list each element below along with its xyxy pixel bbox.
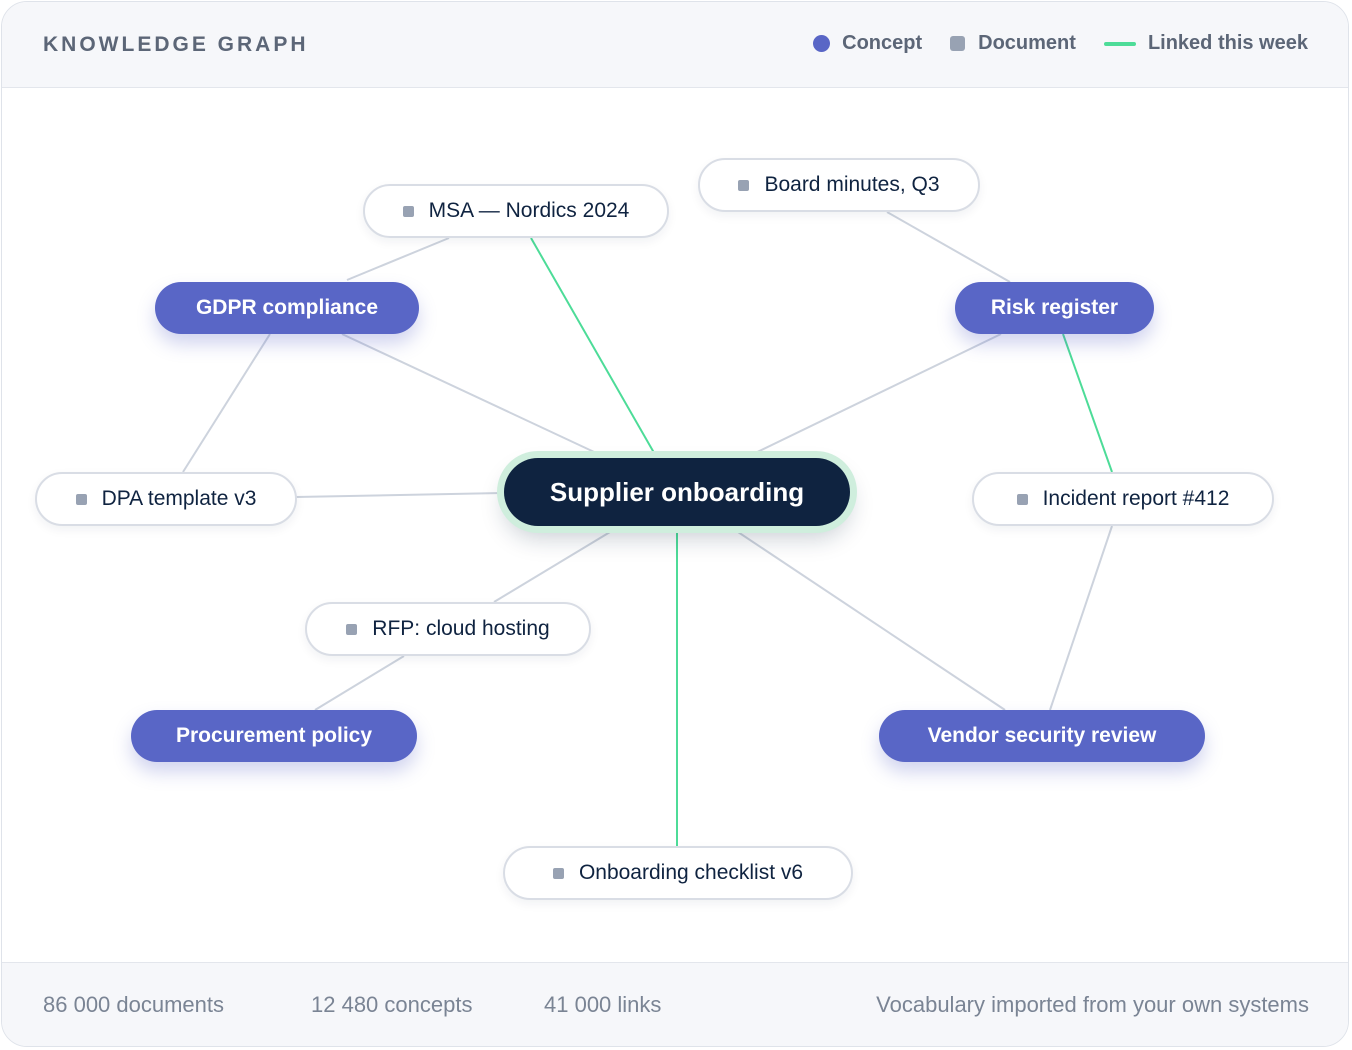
node-label: Procurement policy [175,724,373,747]
edge-gdpr-dpa [182,333,271,473]
page-title: KNOWLEDGE GRAPH [43,33,309,56]
node-msa-nordics-2024[interactable]: MSA — Nordics 2024 [363,184,669,238]
legend-concept: Concept [813,32,922,55]
edge-msa-center [530,237,658,459]
edge-board-risk [886,211,1011,283]
legend: Concept Document Linked this week [785,32,1308,55]
node-label: Supplier onboarding [549,476,805,507]
knowledge-graph-card: KNOWLEDGE GRAPH Concept Document Linked … [1,1,1349,1047]
node-rfp-cloud-hosting[interactable]: RFP: cloud hosting [305,602,591,656]
document-icon [402,205,414,217]
node-label: Risk register [990,296,1119,319]
node-label: DPA template v3 [101,487,257,510]
edge-rfp-procurement [314,655,405,711]
node-incident-report-412[interactable]: Incident report #412 [972,472,1274,526]
node-label: Incident report #412 [1042,487,1230,510]
stat-concepts: 12 480 concepts [311,992,473,1017]
node-board-minutes-q3[interactable]: Board minutes, Q3 [698,158,980,212]
document-icon [346,623,358,635]
graph-canvas[interactable]: MSA — Nordics 2024 Board minutes, Q3 GDP… [2,88,1348,962]
legend-linked: Linked this week [1103,32,1308,55]
vocabulary-note: Vocabulary imported from your own system… [876,992,1309,1017]
node-supplier-onboarding[interactable]: Supplier onboarding [504,458,850,526]
stat-documents: 86 000 documents [43,992,225,1017]
document-icon [738,179,750,191]
edge-risk-center [744,333,1002,459]
stat-links: 41 000 links [544,992,662,1017]
document-icon [1016,493,1028,505]
node-dpa-template-v3[interactable]: DPA template v3 [35,472,297,526]
document-icon [75,493,87,505]
node-label: Board minutes, Q3 [764,173,940,196]
node-onboarding-checklist-v6[interactable]: Onboarding checklist v6 [503,846,853,900]
document-icon [552,867,564,879]
footer-stats: 86 000 documents 12 480 concepts 41 000 … [2,962,1348,1046]
edge-gdpr-center [341,333,608,459]
document-square-icon [950,36,966,51]
linked-line-icon [1103,41,1136,46]
node-vendor-security-review[interactable]: Vendor security review [879,710,1205,762]
node-gdpr-compliance[interactable]: GDPR compliance [155,282,419,334]
node-procurement-policy[interactable]: Procurement policy [131,710,417,762]
legend-linked-label: Linked this week [1147,32,1308,54]
legend-document-label: Document [978,32,1076,54]
edge-risk-incident [1062,333,1113,473]
node-risk-register[interactable]: Risk register [955,282,1154,334]
legend-document: Document [950,32,1076,55]
node-label: Onboarding checklist v6 [578,861,804,884]
edge-dpa-center [295,492,503,498]
edge-incident-vendor [1049,525,1113,711]
legend-concept-label: Concept [842,32,923,54]
header: KNOWLEDGE GRAPH Concept Document Linked … [2,2,1348,88]
node-label: MSA — Nordics 2024 [428,199,630,222]
node-label: RFP: cloud hosting [372,617,550,640]
edge-center-vendor [728,525,1006,711]
edge-gdpr-msa [346,237,450,281]
concept-dot-icon [813,35,831,52]
edge-center-rfp [493,525,621,603]
node-label: GDPR compliance [195,296,379,319]
node-label: Vendor security review [927,724,1157,747]
